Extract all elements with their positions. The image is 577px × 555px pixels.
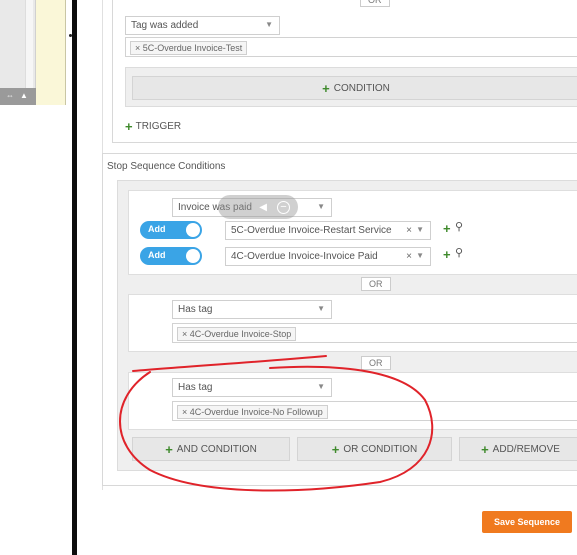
save-sequence-button[interactable]: Save Sequence: [482, 511, 572, 533]
red-annotation-drawing: [119, 355, 434, 492]
